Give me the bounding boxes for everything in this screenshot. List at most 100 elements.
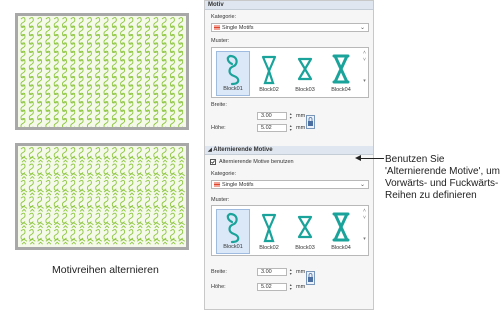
motif-stitch	[53, 222, 61, 229]
motif-stitch	[111, 163, 117, 175]
motif-preview-icon	[261, 213, 277, 243]
motif-stitch	[120, 212, 126, 224]
pattern-label: Muster:	[211, 38, 230, 44]
motif-stitch	[45, 222, 53, 229]
alt-height-spinner[interactable]: ▲ ▼	[289, 283, 293, 291]
motif-stitch	[103, 179, 109, 191]
motif-stitch	[161, 163, 167, 175]
preview-uniform-rows	[15, 13, 189, 130]
motif-stitch	[128, 196, 134, 208]
motif-stitch	[29, 222, 36, 229]
alt-lock-proportions-button[interactable]	[306, 271, 315, 285]
alt-width-spinner[interactable]: ▲ ▼	[289, 268, 293, 276]
alt-motif-section-header[interactable]: ◢ Alternierende Motive	[205, 146, 373, 155]
pattern-tile-block01[interactable]: Block01	[216, 51, 250, 96]
motif-stitch	[153, 229, 159, 240]
motif-stitch	[128, 156, 136, 163]
motif-stitch	[78, 179, 84, 191]
alt-width-input[interactable]: 3.00	[257, 268, 287, 276]
height-unit: mm	[296, 125, 306, 131]
motif-stitch	[62, 238, 69, 245]
motif-stitch	[70, 196, 76, 208]
motif-stitch	[111, 229, 117, 240]
pattern-tile-block03[interactable]: Block03	[288, 51, 322, 96]
motif-stitch	[112, 156, 119, 163]
motif-stitch	[95, 229, 101, 240]
motif-stitch	[62, 196, 67, 208]
pattern-tile-block02[interactable]: Block02	[252, 51, 286, 96]
motif-category-icon	[214, 25, 220, 30]
motif-stitch	[103, 163, 109, 175]
alt-category-value: Single Motifs	[222, 182, 254, 188]
motif-stitch	[161, 156, 169, 163]
motif-stitch	[29, 205, 36, 212]
motif-stitch	[53, 212, 59, 224]
motif-stitch	[78, 189, 86, 196]
motif-stitch	[136, 196, 142, 208]
motif-stitch	[153, 238, 161, 245]
motif-stitch	[169, 212, 175, 224]
motif-stitch	[170, 156, 177, 163]
height-input[interactable]: 5.02	[257, 124, 287, 132]
category-label: Kategorie:	[211, 14, 237, 20]
lock-proportions-button[interactable]	[306, 115, 315, 129]
alt-motifs-checkbox[interactable]	[210, 159, 216, 165]
width-input[interactable]: 3.00	[257, 112, 287, 120]
motif-stitch	[45, 173, 53, 179]
motif-stitch	[153, 179, 159, 191]
width-spinner[interactable]: ▲ ▼	[289, 112, 293, 120]
motif-stitch	[136, 147, 142, 158]
motif-stitch	[103, 229, 109, 240]
motif-stitch	[62, 156, 69, 163]
motif-stitch	[95, 163, 101, 175]
width-unit: mm	[296, 113, 306, 119]
motif-stitch	[103, 156, 111, 163]
alt-height-input[interactable]: 5.02	[257, 283, 287, 291]
motif-stitch	[86, 147, 92, 158]
motif-stitch	[136, 238, 144, 245]
alt-category-select[interactable]: Single Motifs ⌄	[211, 180, 369, 189]
motif-stitch	[95, 173, 102, 179]
pattern-tile-block01[interactable]: Block01	[216, 209, 250, 254]
motif-stitch	[37, 238, 44, 245]
motif-stitch	[128, 147, 134, 158]
motif-stitch	[178, 205, 185, 212]
motif-stitch	[178, 156, 185, 163]
motif-stitch	[145, 212, 150, 224]
motif-stitch	[45, 179, 51, 191]
motif-stitch	[161, 238, 169, 245]
motif-stitch	[112, 222, 119, 229]
motif-stitch	[153, 189, 161, 196]
motif-stitch	[70, 173, 78, 179]
pattern-tile-label: Block04	[331, 87, 351, 93]
motif-stitch	[169, 179, 175, 191]
motif-stitch	[169, 229, 175, 240]
motif-stitch	[112, 173, 119, 179]
chevron-down-icon: ⌄	[359, 25, 365, 31]
motif-stitch	[103, 222, 111, 229]
pattern-tile-block04[interactable]: Block04	[324, 209, 358, 254]
motif-stitch	[86, 179, 92, 191]
height-spinner[interactable]: ▲ ▼	[289, 124, 293, 132]
motif-stitch	[37, 196, 43, 208]
motif-stitch	[145, 222, 152, 229]
motif-stitch	[29, 156, 36, 163]
motif-stitch	[95, 147, 101, 158]
motif-stitch	[86, 163, 92, 175]
category-select[interactable]: Single Motifs ⌄	[211, 23, 369, 32]
alt-gallery-scrollbar[interactable]: ˄ ˅ ▾	[362, 208, 367, 255]
pattern-tile-block03[interactable]: Block03	[288, 209, 322, 254]
motif-stitch	[70, 179, 76, 191]
motif-category-icon	[214, 182, 220, 187]
motif-stitch	[178, 189, 185, 196]
motif-section-header[interactable]: Motiv	[205, 1, 373, 10]
motif-stitch	[145, 189, 152, 196]
motif-stitch	[178, 196, 184, 208]
pattern-tile-block02[interactable]: Block02	[252, 209, 286, 254]
alt-height-label: Höhe:	[211, 284, 226, 290]
motif-stitch	[153, 156, 161, 163]
pattern-tile-block04[interactable]: Block04	[324, 51, 358, 96]
pattern-tile-label: Block01	[223, 86, 243, 92]
gallery-scrollbar[interactable]: ˄ ˅ ▾	[362, 50, 367, 97]
motif-stitch	[170, 189, 177, 196]
